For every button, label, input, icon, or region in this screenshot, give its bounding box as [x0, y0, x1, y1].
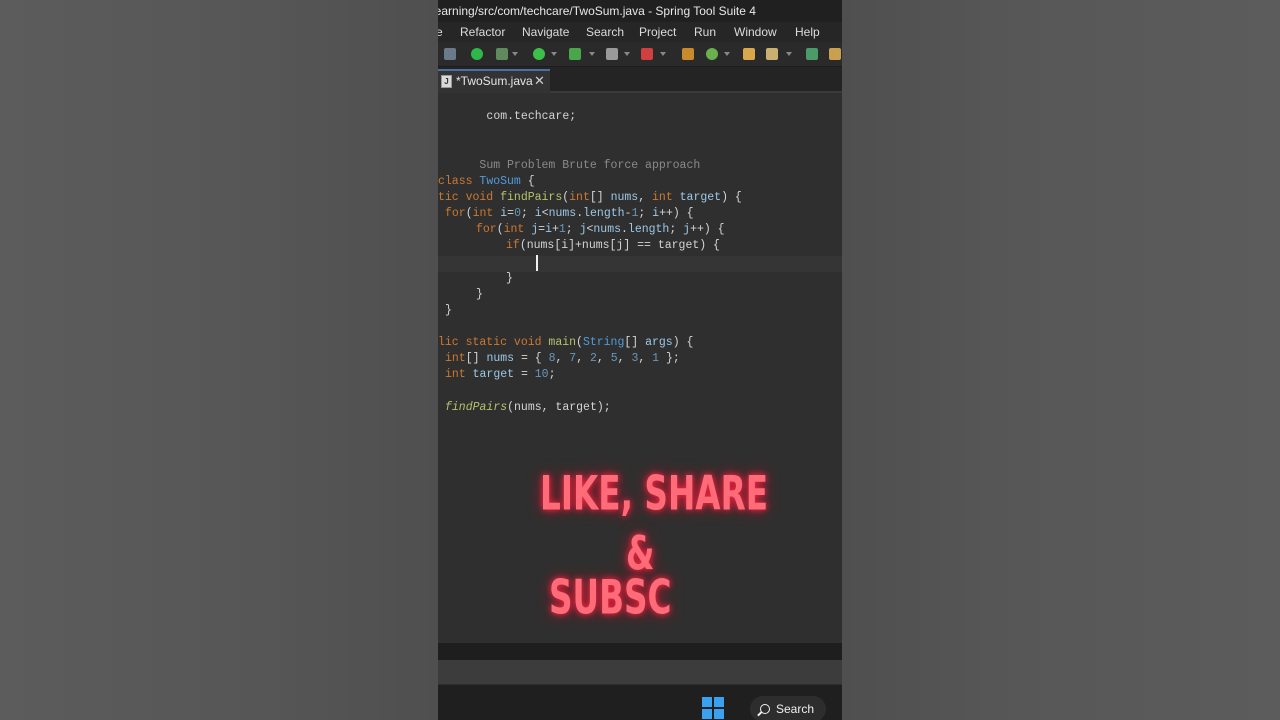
taskbar-search-label: Search [776, 702, 815, 716]
refresh-icon[interactable] [706, 48, 718, 60]
menu-search[interactable]: Search [586, 23, 624, 41]
menu-run[interactable]: Run [694, 23, 716, 41]
left-background-blur [0, 0, 438, 720]
chevron-down-icon[interactable] [624, 52, 630, 56]
search-icon [760, 704, 770, 714]
taskbar-search-button[interactable]: Search [750, 696, 826, 720]
editor-tab-row: J *TwoSum.java ✕ [438, 67, 842, 93]
chevron-down-icon[interactable] [786, 52, 792, 56]
pencil-icon[interactable] [829, 48, 841, 60]
code-line-target: int target = 10; [445, 368, 556, 381]
stop-icon[interactable] [606, 48, 618, 60]
chevron-down-icon[interactable] [660, 52, 666, 56]
code-line-outer-for: for(int i=0; i<nums.length-1; i++) { [445, 207, 694, 220]
windows-start-icon[interactable] [702, 697, 724, 719]
search-tool-icon[interactable] [806, 48, 818, 60]
open-folder-icon[interactable] [743, 48, 755, 60]
code-line-nums-array: int[] nums = { 8, 7, 2, 5, 3, 1 }; [445, 352, 680, 365]
menu-help[interactable]: Help [795, 23, 820, 41]
menu-edit[interactable]: e [438, 23, 443, 41]
overlay-subscribe: SUBSC [549, 569, 672, 625]
code-line-if: if(nums[i]+nums[j] == target) { [506, 239, 720, 252]
status-bar [438, 643, 842, 660]
chevron-down-icon[interactable] [512, 52, 518, 56]
tab-label: *TwoSum.java [456, 74, 533, 88]
menu-project[interactable]: Project [639, 23, 676, 41]
window-title: Learning/src/com/techcare/TwoSum.java - … [438, 4, 756, 18]
brush-icon[interactable] [766, 48, 778, 60]
menu-window[interactable]: Window [734, 23, 777, 41]
code-line-close-if: } [506, 272, 513, 285]
current-line-highlight [438, 256, 842, 272]
code-line-close-inner-for: } [476, 288, 483, 301]
code-line-class: class TwoSum { [438, 175, 535, 188]
chevron-down-icon[interactable] [724, 52, 730, 56]
code-line-close-method: } [445, 304, 452, 317]
text-caret [536, 255, 538, 271]
bottom-panel [438, 660, 842, 684]
toolbar [438, 42, 842, 67]
menu-bar: e Refactor Navigate Search Project Run W… [438, 22, 842, 42]
menu-refactor[interactable]: Refactor [460, 23, 505, 41]
code-line-comment: Sum Problem Brute force approach [479, 159, 701, 172]
code-line-inner-for: for(int j=i+1; j<nums.length; j++) { [476, 223, 725, 236]
code-line-findpairs-call: findPairs(nums, target); [445, 401, 611, 414]
menu-navigate[interactable]: Navigate [522, 23, 569, 41]
new-package-icon[interactable] [682, 48, 694, 60]
code-line-main-decl: lic static void main(String[] args) { [438, 336, 694, 349]
ide-screen: Learning/src/com/techcare/TwoSum.java - … [438, 0, 842, 720]
coverage-icon[interactable] [569, 48, 581, 60]
debug-icon[interactable] [496, 48, 508, 60]
right-background-blur [842, 0, 1280, 720]
windows-taskbar: Search [438, 684, 842, 720]
run-icon[interactable] [533, 48, 545, 60]
close-icon[interactable]: ✕ [534, 71, 545, 91]
overlay-like-share: LIKE, SHARE [540, 465, 769, 521]
window-titlebar: Learning/src/com/techcare/TwoSum.java - … [438, 0, 842, 22]
skip-breakpoints-icon[interactable] [444, 48, 456, 60]
chevron-down-icon[interactable] [589, 52, 595, 56]
external-tools-icon[interactable] [641, 48, 653, 60]
code-line-package: com.techcare; [486, 110, 577, 123]
boot-dashboard-icon[interactable] [471, 48, 483, 60]
tab-twosum-java[interactable]: J *TwoSum.java ✕ [438, 69, 550, 93]
code-line-findpairs-decl: tic void findPairs(int[] nums, int targe… [438, 191, 742, 204]
chevron-down-icon[interactable] [551, 52, 557, 56]
java-file-icon: J [441, 75, 452, 88]
